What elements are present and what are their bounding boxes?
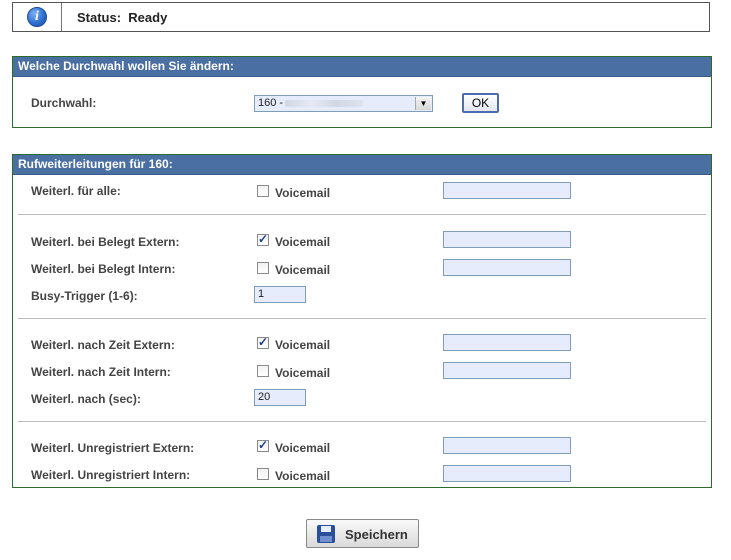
target-input-busy-external[interactable] [443, 231, 571, 248]
redacted-name [285, 100, 363, 107]
target-input-busy-internal[interactable] [443, 259, 571, 276]
row-label-busy-external: Weiterl. bei Belegt Extern: [31, 235, 180, 249]
delay-label: Weiterl. nach (sec): [31, 392, 141, 406]
voicemail-label: Voicemail [275, 338, 331, 352]
info-icon: i [27, 7, 47, 27]
voicemail-checkbox-unregistered-external[interactable] [257, 438, 269, 452]
status-text: Status: Ready [77, 3, 167, 33]
voicemail-checkbox-time-external[interactable] [257, 335, 269, 349]
ok-button[interactable]: OK [462, 93, 499, 113]
save-button-label: Speichern [345, 527, 408, 542]
voicemail-checkbox-unregistered-internal[interactable] [257, 468, 269, 480]
target-input-time-internal[interactable] [443, 362, 571, 379]
chevron-down-icon[interactable]: ▼ [415, 97, 431, 110]
row-label-unregistered-external: Weiterl. Unregistriert Extern: [31, 441, 195, 455]
extension-select[interactable]: 160 - ▼ [254, 95, 433, 112]
save-button[interactable]: Speichern [306, 519, 419, 548]
busy-trigger-label: Busy-Trigger (1-6): [31, 289, 138, 303]
voicemail-label: Voicemail [275, 235, 331, 249]
row-label-time-external: Weiterl. nach Zeit Extern: [31, 338, 175, 352]
row-label-time-internal: Weiterl. nach Zeit Intern: [31, 365, 171, 379]
voicemail-label: Voicemail [275, 263, 331, 277]
voicemail-label: Voicemail [275, 469, 331, 483]
floppy-disk-icon [317, 525, 335, 543]
delay-input[interactable]: 20 [254, 389, 306, 406]
row-label-all: Weiterl. für alle: [31, 184, 121, 198]
status-label: Status: [77, 10, 122, 25]
status-icon-cell: i [13, 3, 62, 31]
voicemail-checkbox-busy-external[interactable] [257, 232, 269, 246]
forwarding-panel-title: Rufweiterleitungen für 160: [13, 155, 711, 175]
voicemail-label: Voicemail [275, 186, 331, 200]
target-input-unregistered-internal[interactable] [443, 465, 571, 482]
status-bar: i Status: Ready [12, 2, 710, 32]
status-value: Ready [128, 10, 168, 25]
voicemail-checkbox-busy-internal[interactable] [257, 262, 269, 274]
extension-panel-title: Welche Durchwahl wollen Sie ändern: [13, 57, 711, 77]
divider [18, 318, 706, 319]
voicemail-checkbox-time-internal[interactable] [257, 365, 269, 377]
divider [18, 421, 706, 422]
row-label-busy-internal: Weiterl. bei Belegt Intern: [31, 262, 176, 276]
target-input-unregistered-external[interactable] [443, 437, 571, 454]
target-input-all[interactable] [443, 182, 571, 199]
voicemail-label: Voicemail [275, 366, 331, 380]
extension-label: Durchwahl: [31, 96, 97, 110]
busy-trigger-input[interactable]: 1 [254, 286, 306, 303]
voicemail-checkbox-all[interactable] [257, 185, 269, 197]
row-label-unregistered-internal: Weiterl. Unregistriert Intern: [31, 468, 191, 482]
forwarding-panel: Rufweiterleitungen für 160: [12, 154, 712, 488]
extension-select-value: 160 - [258, 97, 284, 109]
extension-panel: Welche Durchwahl wollen Sie ändern: [12, 56, 712, 128]
divider [18, 214, 706, 215]
voicemail-label: Voicemail [275, 441, 331, 455]
target-input-time-external[interactable] [443, 334, 571, 351]
